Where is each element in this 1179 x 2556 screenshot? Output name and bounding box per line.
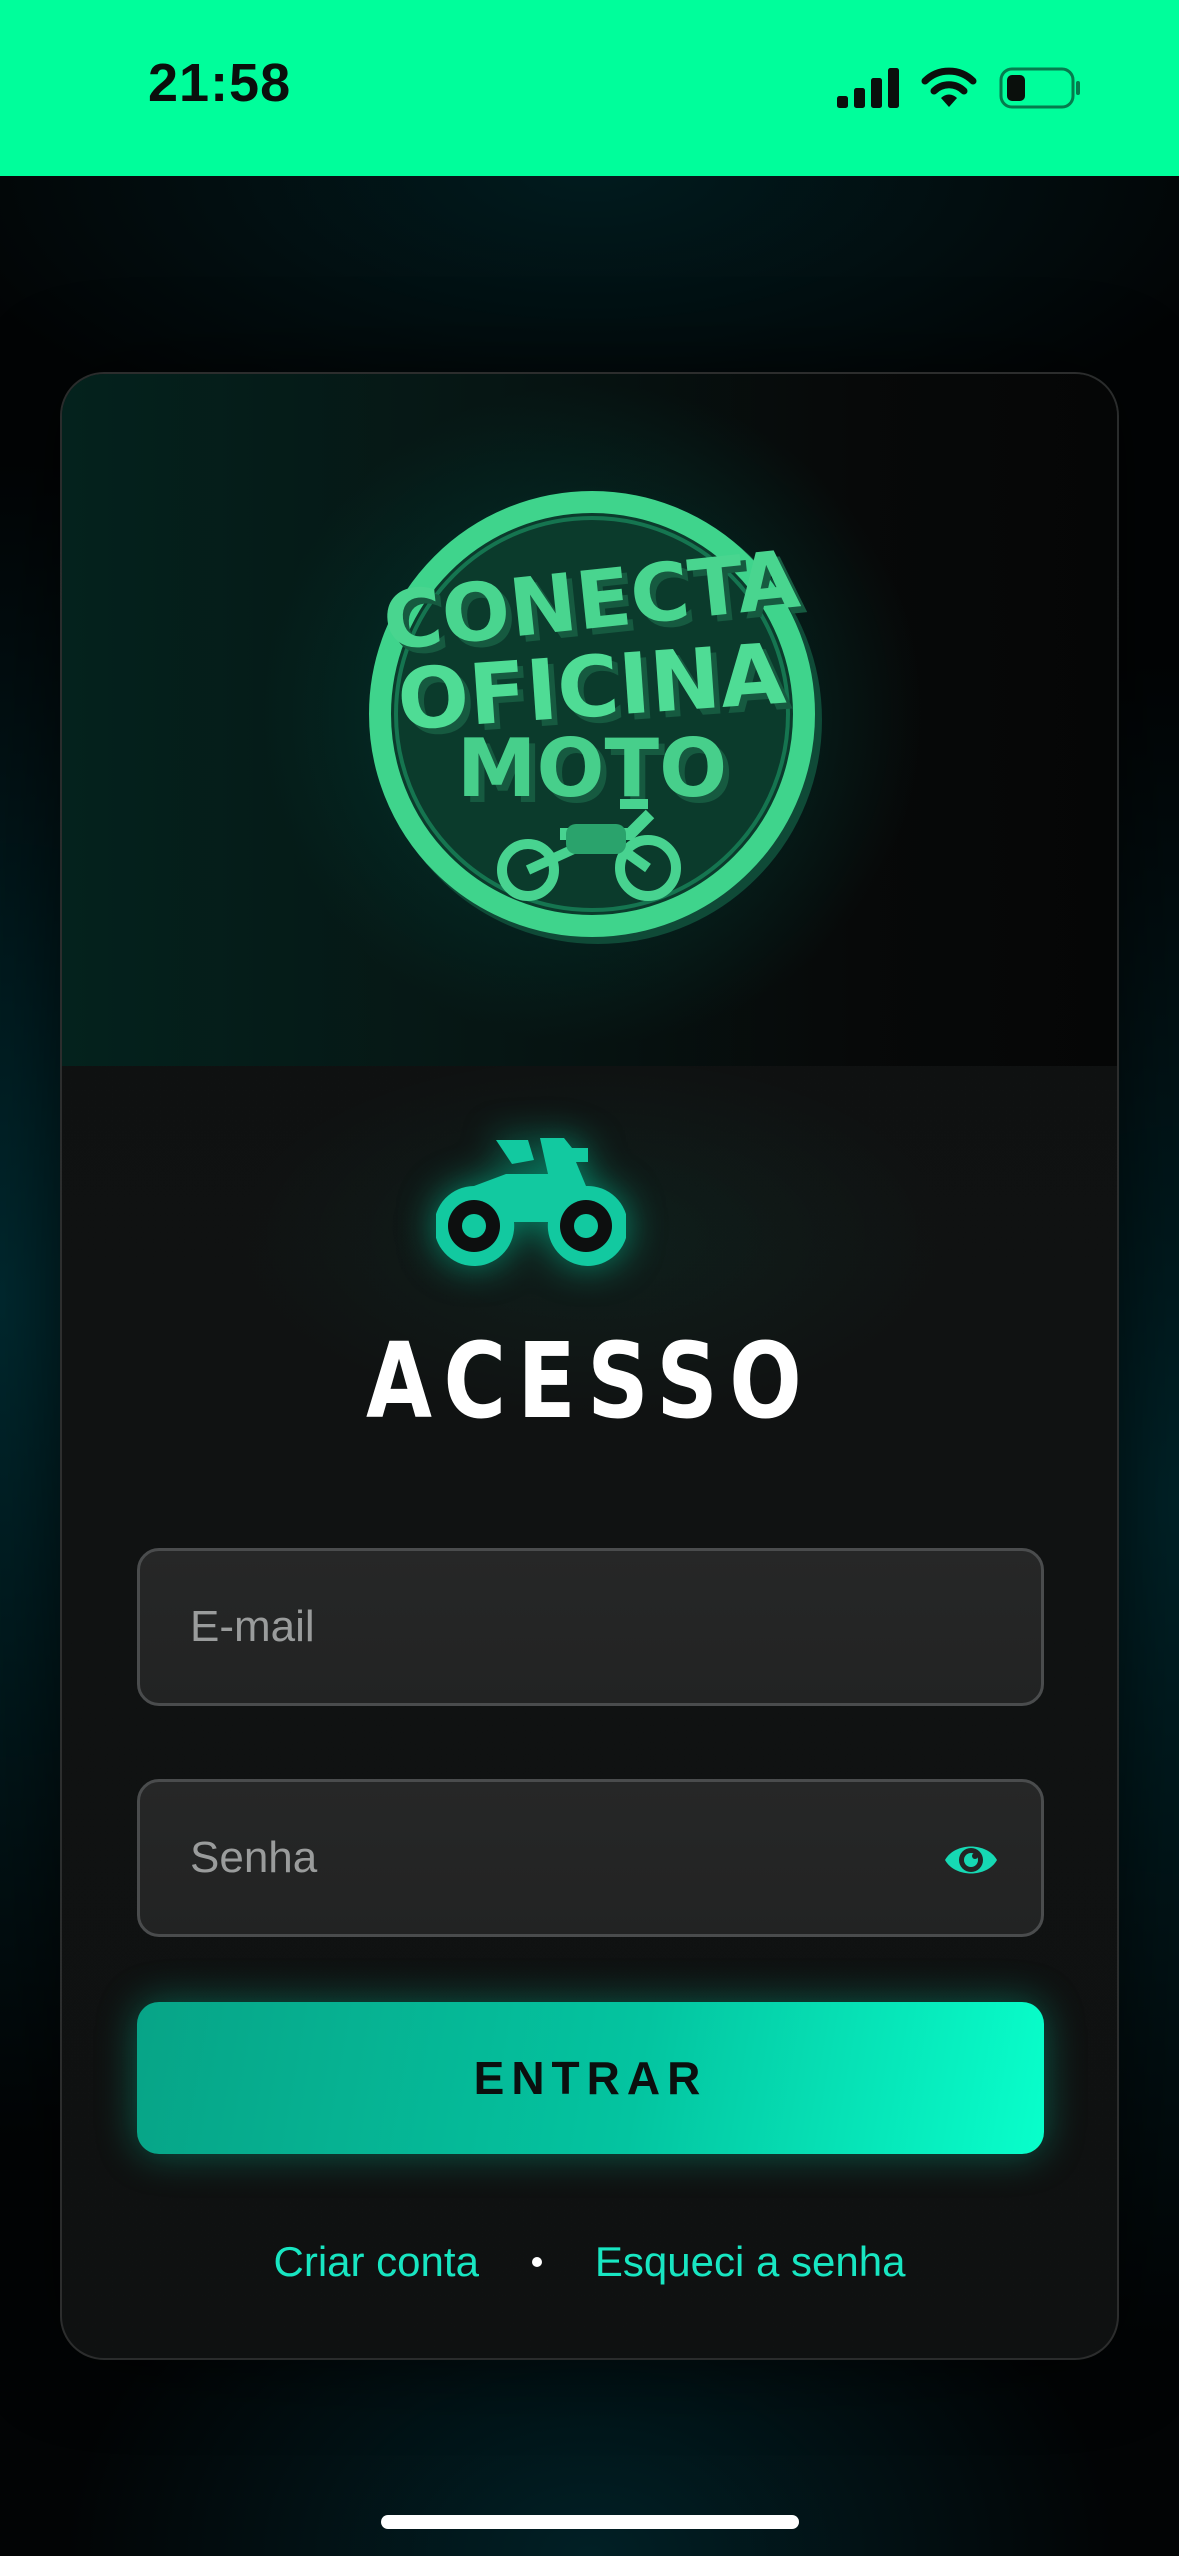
home-indicator[interactable] (381, 2515, 799, 2529)
status-time: 21:58 (148, 53, 292, 113)
logo-line-3-face: MOTO (457, 722, 727, 815)
email-input[interactable] (140, 1551, 1041, 1703)
login-button[interactable]: ENTRAR (137, 2002, 1044, 2154)
motorcycle-icon (436, 1138, 626, 1266)
separator-dot (531, 2257, 542, 2267)
status-bar: 21:58 (0, 0, 1179, 176)
logo-emblem: CONECTA CONECTA OFICINA OFICINA MOTO MOT… (364, 486, 822, 944)
status-icons (837, 62, 1081, 114)
forgot-password-link[interactable]: Esqueci a senha (595, 2238, 906, 2286)
create-account-link[interactable]: Criar conta (274, 2238, 479, 2286)
login-screen: 21:58 CONECTA CONECTA OFICINA OFICINA MO… (0, 0, 1179, 2556)
signal-icon (837, 68, 899, 108)
wifi-icon (921, 67, 977, 107)
logo-banner: CONECTA CONECTA OFICINA OFICINA MOTO MOT… (62, 374, 1117, 1066)
eye-icon[interactable] (943, 1834, 999, 1886)
password-field[interactable] (137, 1779, 1044, 1937)
password-input[interactable] (140, 1782, 1041, 1934)
page-title: ACESSO (365, 1320, 814, 1442)
email-field[interactable] (137, 1548, 1044, 1706)
auth-links: Criar conta Esqueci a senha (0, 2232, 1179, 2292)
battery-icon (999, 67, 1080, 109)
